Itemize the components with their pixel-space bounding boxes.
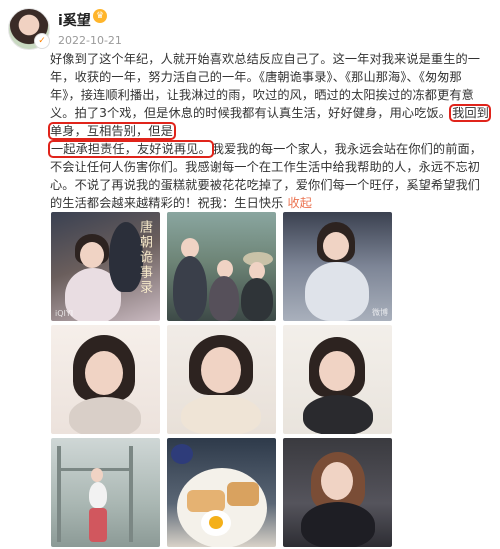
figure-face xyxy=(321,462,353,500)
post-body: 好像到了这个年纪，人就开始喜欢总结反应自己了。这一年对我来说是重生的一年，收获的… xyxy=(48,50,491,212)
figure-pants xyxy=(89,508,107,542)
post-date: 2022-10-21 xyxy=(58,34,122,47)
figure-body xyxy=(241,278,273,321)
figure-body xyxy=(173,256,207,321)
figure-face xyxy=(319,351,355,391)
highlight-box-2: 一起承担责任，友好说再见。 xyxy=(48,140,214,158)
figure-sweater xyxy=(181,395,261,434)
figure-dress xyxy=(305,262,369,321)
photo-drama-still[interactable]: 唐朝诡事录 iQIYI xyxy=(51,212,160,321)
photo-breakfast[interactable] xyxy=(167,438,276,547)
photo-portrait-jacket[interactable] xyxy=(283,438,392,547)
collapse-link[interactable]: 收起 xyxy=(287,196,312,210)
gym-rack xyxy=(129,446,133,542)
post-header: ✓ i奚望 ♛ 2022-10-21 xyxy=(8,6,492,50)
toast xyxy=(187,490,225,512)
photo-portrait-1[interactable] xyxy=(51,325,160,434)
figure-face xyxy=(85,351,123,395)
watermark-iqiyi: iQIYI xyxy=(55,309,74,318)
figure-face xyxy=(323,232,349,260)
photo-gym[interactable] xyxy=(51,438,160,547)
figure-face xyxy=(181,238,199,258)
blueberries xyxy=(171,444,193,464)
verified-badge-icon: ✓ xyxy=(34,33,50,49)
username[interactable]: i奚望 xyxy=(58,10,91,30)
figure-jacket xyxy=(301,502,375,547)
post-text-before: 好像到了这个年纪，人就开始喜欢总结反应自己了。这一年对我来说是重生的一年，收获的… xyxy=(50,52,481,120)
figure-face xyxy=(80,242,104,268)
photo-group-outdoor[interactable] xyxy=(167,212,276,321)
drama-title-caption: 唐朝诡事录 xyxy=(137,220,152,295)
gym-rack xyxy=(57,446,61,542)
photo-portrait-3[interactable] xyxy=(283,325,392,434)
figure-body xyxy=(303,395,373,434)
figure-body xyxy=(69,397,141,434)
egg-yolk xyxy=(209,516,223,529)
photo-portrait-dress[interactable]: 微博 xyxy=(283,212,392,321)
figure-face xyxy=(91,468,103,482)
figure-top xyxy=(89,482,107,508)
photo-grid: 唐朝诡事录 iQIYI 微博 xyxy=(51,212,395,547)
figure-body xyxy=(209,276,239,321)
crown-icon: ♛ xyxy=(93,9,107,23)
toast xyxy=(227,482,259,506)
photo-portrait-2[interactable] xyxy=(167,325,276,434)
figure-face xyxy=(201,347,241,393)
watermark-weibo: 微博 xyxy=(372,308,388,317)
